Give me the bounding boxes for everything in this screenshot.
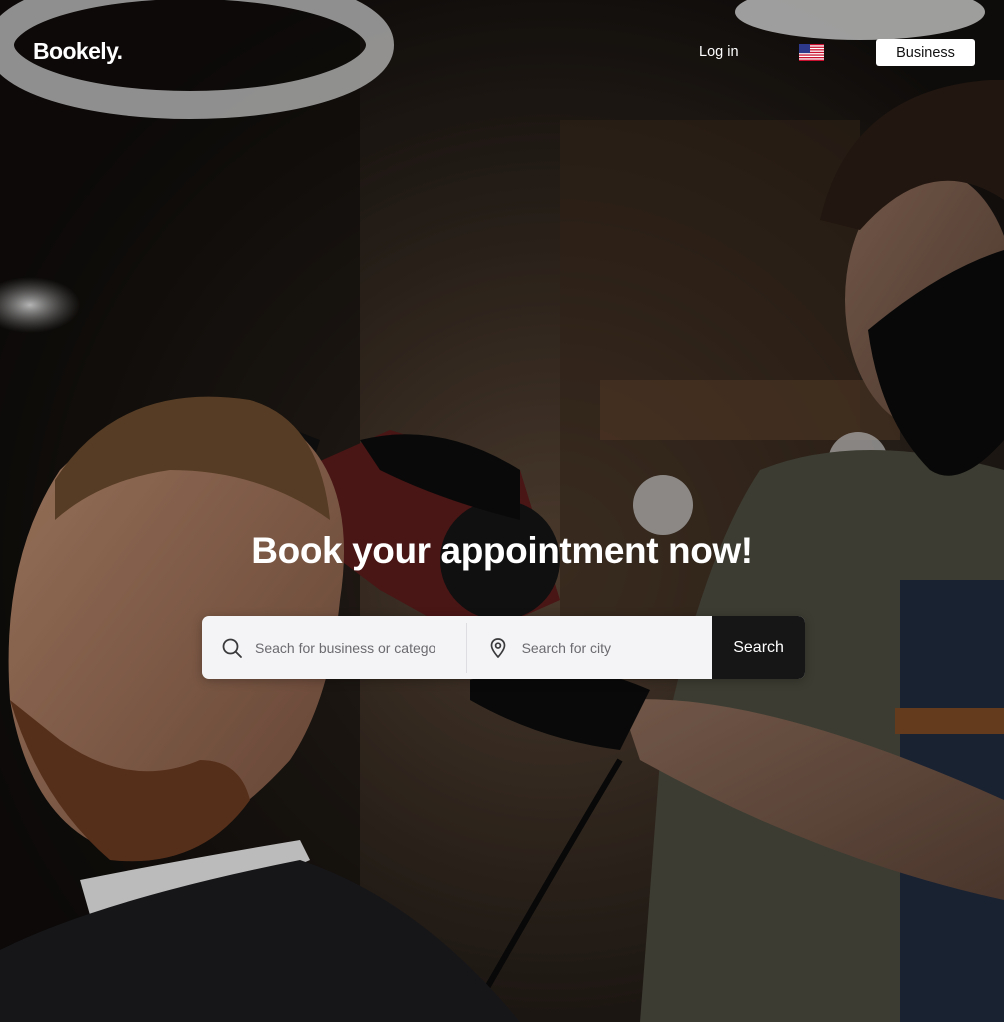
search-bar: Search [202, 616, 805, 679]
top-navigation: Bookely. Log in Business [0, 0, 1004, 106]
image-dark-overlay [0, 0, 1004, 1022]
city-search-field[interactable] [467, 616, 713, 679]
search-button[interactable]: Search [712, 616, 805, 679]
login-link[interactable]: Log in [699, 44, 739, 60]
business-search-input[interactable] [255, 616, 435, 679]
business-button[interactable]: Business [876, 39, 975, 66]
hero-headline: Book your appointment now! [251, 530, 753, 571]
us-flag-icon[interactable] [799, 44, 824, 61]
map-pin-icon [490, 638, 505, 658]
city-search-input[interactable] [521, 616, 702, 679]
hero-section: Bookely. Log in Business Book your appoi… [0, 0, 1004, 1022]
business-search-field[interactable] [202, 616, 466, 679]
brand-logo[interactable]: Bookely. [33, 38, 123, 65]
search-icon [222, 638, 242, 658]
